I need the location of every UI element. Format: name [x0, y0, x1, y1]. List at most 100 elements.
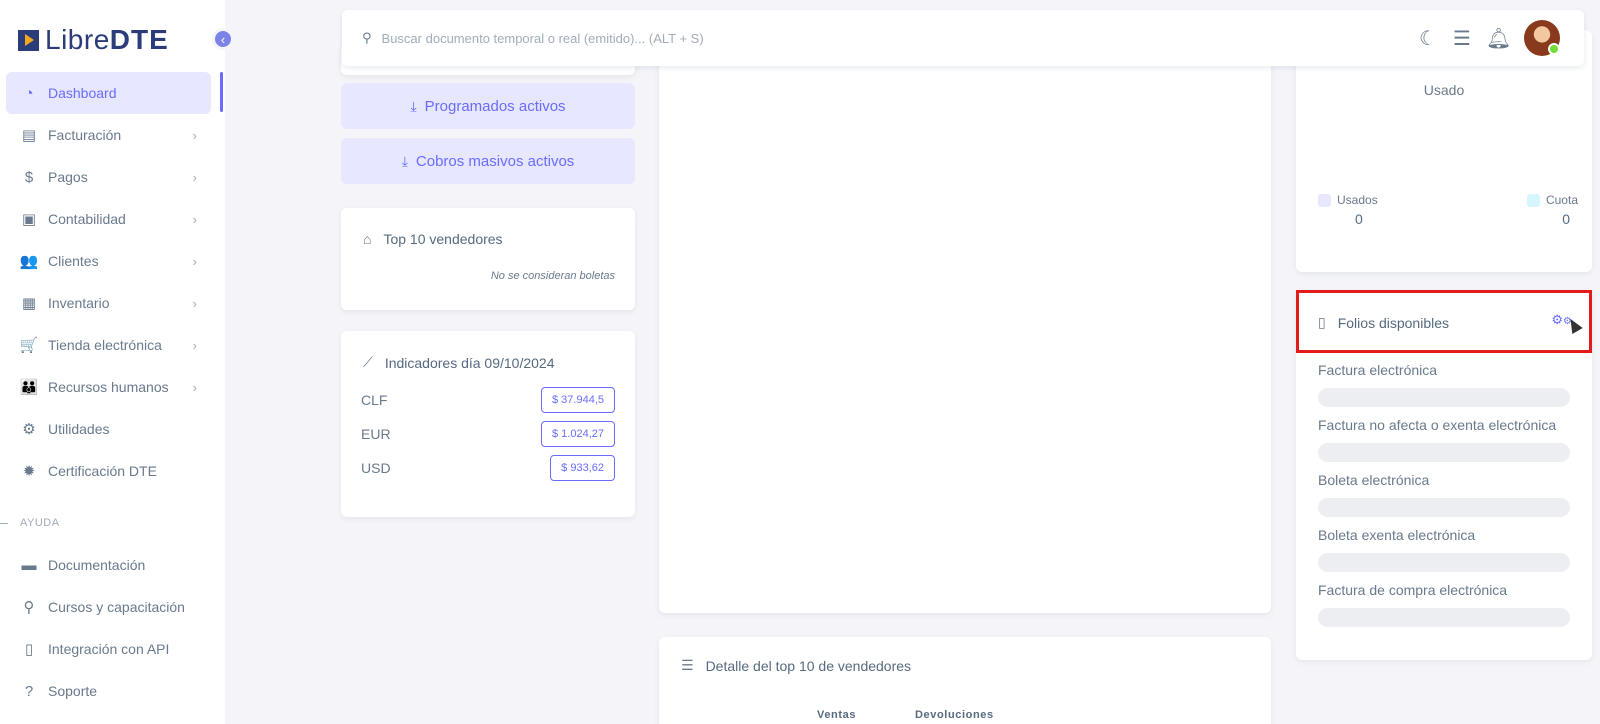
main-chart-card [659, 55, 1271, 613]
uso-card: 0 % Usado Usados 0 Cuota 0 [1296, 30, 1592, 272]
sidebar-item-soporte[interactable]: ? Soporte [6, 670, 211, 712]
folios-title: ▯ Folios disponibles [1318, 314, 1450, 331]
indicador-code: CLF [361, 392, 388, 408]
dashboard-icon: ◔ [24, 84, 34, 102]
sidebar-item-label: Facturación [48, 127, 122, 143]
search-input[interactable] [381, 30, 1082, 46]
folio-label: Factura de compra electrónica [1318, 582, 1508, 598]
usado-label: Usado [1423, 82, 1465, 98]
sidebar-item-label: Tienda electrónica [48, 337, 162, 353]
invoice-icon: ▤ [21, 127, 37, 144]
sidebar-item-clientes[interactable]: 👥 Clientes › [6, 240, 211, 282]
top-vendedores-title: ⌂ Top 10 vendedores [363, 231, 503, 247]
legend-cuota: Cuota [1526, 193, 1578, 208]
download-icon: ⤓ [410, 97, 417, 114]
dollar-icon: $ [24, 168, 34, 186]
chevron-right-icon: › [192, 295, 197, 311]
certificate-icon: ✹ [22, 463, 36, 480]
boxes-icon: ▦ [21, 295, 37, 312]
chart-line-icon: ⟋ [363, 354, 373, 370]
users-icon: 👥 [19, 253, 39, 270]
folio-progress-bar [1318, 388, 1570, 407]
book-icon: ▬ [21, 556, 37, 574]
indicador-value-badge: $ 37.944,5 [541, 387, 615, 413]
sidebar-item-label: Inventario [48, 295, 110, 311]
legend-usados: Usados [1318, 193, 1378, 208]
programados-label: Programados activos [424, 97, 566, 115]
logo-text-bold: DTE [109, 24, 169, 55]
sidebar-item-label: Contabilidad [48, 211, 126, 227]
sidebar-item-label: Soporte [48, 683, 98, 699]
sidebar-item-cursos-y-capacitaci-n[interactable]: ⚲ Cursos y capacitación [6, 586, 211, 628]
sidebar-collapse-button[interactable]: ‹ [212, 28, 234, 50]
indicadores-title: ⟋ Indicadores día 09/10/2024 [363, 354, 555, 371]
libredte-logo[interactable]: LibreDTE [18, 24, 169, 56]
sidebar-item-label: Pagos [48, 169, 88, 185]
gear-icon: ⚙ [22, 421, 36, 438]
chevron-right-icon: › [192, 169, 197, 185]
sidebar-item-dashboard[interactable]: ◔ Dashboard [6, 72, 211, 114]
logo-text-light: Libre [45, 24, 110, 55]
detalle-vendedores-card: ☰ Detalle del top 10 de vendedores Venta… [659, 637, 1271, 724]
sidebar-item-contabilidad[interactable]: ▣ Contabilidad › [6, 198, 211, 240]
folio-label: Boleta exenta electrónica [1318, 527, 1476, 543]
moon-icon[interactable]: ☾ [1418, 26, 1438, 51]
folios-card: ▯ Folios disponibles ⚙⚙ Factura electrón… [1296, 290, 1592, 660]
cobros-masivos-button[interactable]: ⤓ Cobros masivos activos [341, 138, 635, 184]
chevron-left-icon: ‹ [220, 31, 226, 47]
sidebar-item-label: Clientes [48, 253, 99, 269]
sidebar-item-inventario[interactable]: ▦ Inventario › [6, 282, 211, 324]
sidebar-item-certificaci-n-dte[interactable]: ✹ Certificación DTE [6, 450, 211, 492]
cart-icon: 🛒 [19, 337, 39, 354]
folio-label: Factura no afecta o exenta electrónica [1318, 417, 1557, 433]
usados-value: 0 [1355, 211, 1363, 227]
question-icon: ? [24, 682, 34, 700]
navbar-actions: ☾ ☰ 🔔︎ [1404, 20, 1560, 56]
sidebar-item-label: Documentación [48, 557, 146, 573]
cuota-value: 0 [1562, 211, 1570, 227]
folio-progress-bar [1318, 443, 1570, 462]
sidebar-item-label: Cursos y capacitación [48, 599, 185, 615]
sidebar-item-documentaci-n[interactable]: ▬ Documentación [6, 544, 211, 586]
chevron-right-icon: › [192, 211, 197, 227]
sidebar: LibreDTE ◔ Dashboard ▤ Facturación › $ Pagos › ▣… [0, 0, 225, 724]
sidebar-item-integraci-n-con-api[interactable]: ▯ Integración con API [6, 628, 211, 670]
sidebar-item-utilidades[interactable]: ⚙ Utilidades [6, 408, 211, 450]
col-ventas-header: Ventas [817, 709, 857, 721]
chevron-right-icon: › [192, 253, 197, 269]
menu-icon[interactable]: ☰ [1452, 26, 1472, 51]
sidebar-item-recursos-humanos[interactable]: 👪 Recursos humanos › [6, 366, 211, 408]
indicador-row: USD $ 933,62 [361, 455, 615, 481]
sidebar-item-label: Recursos humanos [48, 379, 169, 395]
menu-header-ayuda: AYUDA [0, 502, 225, 544]
indicadores-card: ⟋ Indicadores día 09/10/2024 CLF $ 37.944… [341, 331, 635, 517]
search-icon[interactable]: ⚲ [362, 30, 372, 46]
money-icon: ▣ [21, 211, 37, 228]
chevron-right-icon: › [192, 337, 197, 353]
sidebar-item-pagos[interactable]: $ Pagos › [6, 156, 211, 198]
folio-progress-bar [1318, 553, 1570, 572]
col-devoluciones-header: Devoluciones [915, 709, 994, 721]
sidebar-item-label: Dashboard [48, 85, 117, 101]
top-vendedores-note: No se consideran boletas [490, 270, 615, 282]
bar-chart-icon: ☰ [681, 657, 694, 673]
logo-mark-icon [18, 29, 39, 51]
legend-usados-swatch [1318, 194, 1331, 208]
user-avatar[interactable] [1524, 20, 1560, 56]
folio-label: Factura electrónica [1318, 362, 1438, 378]
sidebar-item-label: Utilidades [48, 421, 110, 437]
download-icon: ⤓ [401, 152, 408, 169]
chevron-right-icon: › [192, 127, 197, 143]
top-vendedores-card: ⌂ Top 10 vendedores No se consideran bol… [341, 208, 635, 310]
sidebar-item-facturaci-n[interactable]: ▤ Facturación › [6, 114, 211, 156]
top-navbar: ⚲ ☾ ☰ 🔔︎ [342, 10, 1584, 66]
file-icon: ▯ [1318, 314, 1326, 330]
bell-icon[interactable]: 🔔︎ [1486, 26, 1511, 51]
building-icon: ⌂ [363, 231, 372, 247]
indicador-code: EUR [361, 426, 391, 442]
cobros-label: Cobros masivos activos [415, 152, 575, 170]
sidebar-item-tienda-electr-nica[interactable]: 🛒 Tienda electrónica › [6, 324, 211, 366]
folio-progress-bar [1318, 608, 1570, 627]
indicador-value-badge: $ 1.024,27 [541, 421, 615, 447]
programados-activos-button[interactable]: ⤓ Programados activos [341, 83, 635, 129]
